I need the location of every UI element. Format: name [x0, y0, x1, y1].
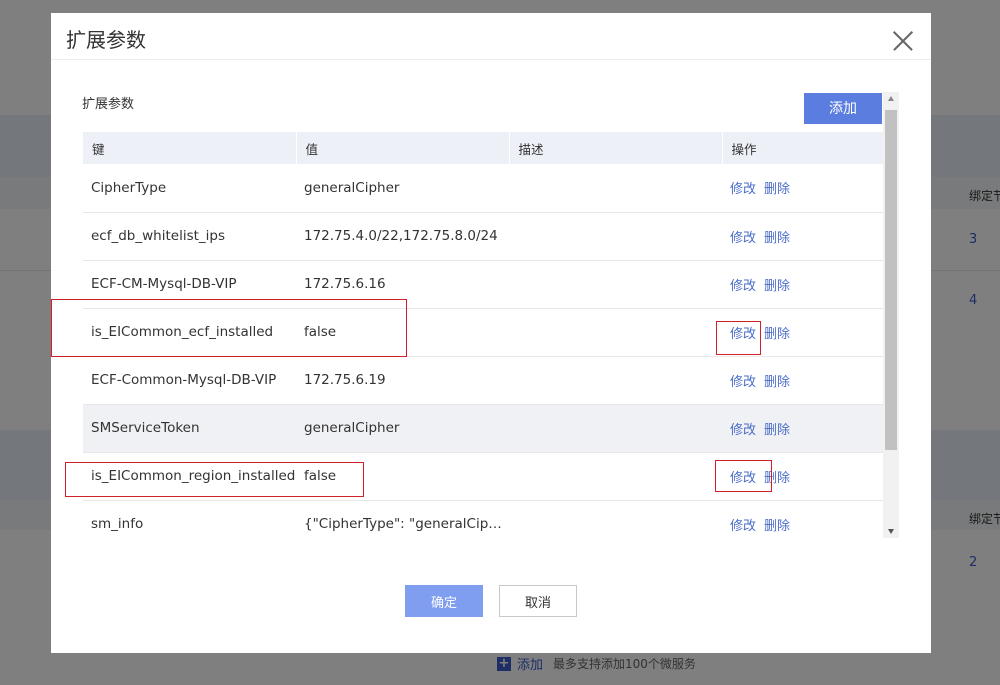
cell-description: [509, 308, 722, 357]
cell-description: [509, 500, 722, 537]
cell-value: {"CipherType": "generalCiph...: [296, 500, 509, 537]
cell-actions: 修改 删除: [722, 356, 883, 405]
delete-link[interactable]: 删除: [764, 375, 790, 390]
cell-description: [509, 356, 722, 405]
delete-link[interactable]: 删除: [764, 182, 790, 197]
highlight-box-edit-ecf: [716, 321, 761, 355]
cell-description: [509, 212, 722, 261]
cell-description: [509, 164, 722, 213]
cell-actions: 修改 删除: [722, 164, 883, 213]
column-header-key: 键: [83, 132, 297, 164]
edit-link[interactable]: 修改: [730, 182, 756, 197]
column-header-description: 描述: [509, 132, 723, 164]
cell-value: generalCipher: [296, 404, 509, 453]
extension-params-dialog: 扩展参数 扩展参数 添加 键 值 描述 操作 CipherType genera…: [51, 13, 931, 653]
table-scrollbar[interactable]: [883, 92, 899, 538]
cell-key: SMServiceToken: [83, 404, 296, 453]
delete-link[interactable]: 删除: [764, 327, 790, 342]
cell-value: 172.75.4.0/22,172.75.8.0/24: [296, 212, 509, 261]
edit-link[interactable]: 修改: [730, 231, 756, 246]
delete-link[interactable]: 删除: [764, 231, 790, 246]
add-param-button[interactable]: 添加: [804, 93, 882, 124]
cell-actions: 修改 删除: [722, 260, 883, 309]
cell-key: ecf_db_whitelist_ips: [83, 212, 296, 261]
scroll-thumb[interactable]: [885, 110, 897, 450]
highlight-box-edit-region: [715, 460, 772, 492]
close-icon[interactable]: [893, 31, 913, 51]
dialog-title: 扩展参数: [66, 28, 146, 52]
delete-link[interactable]: 删除: [764, 423, 790, 438]
cell-value: 172.75.6.19: [296, 356, 509, 405]
cell-description: [509, 260, 722, 309]
section-label: 扩展参数: [82, 97, 135, 112]
table-row: ECF-Common-Mysql-DB-VIP 172.75.6.19 修改 删除: [83, 356, 883, 405]
title-divider: [51, 59, 931, 60]
delete-link[interactable]: 删除: [764, 279, 790, 294]
edit-link[interactable]: 修改: [730, 375, 756, 390]
cell-description: [509, 404, 722, 453]
highlight-box-region-installed-row: [65, 462, 364, 497]
table-header-row: 键 值 描述 操作: [83, 132, 883, 164]
edit-link[interactable]: 修改: [730, 279, 756, 294]
edit-link[interactable]: 修改: [730, 519, 756, 534]
table-row: ecf_db_whitelist_ips 172.75.4.0/22,172.7…: [83, 212, 883, 261]
cell-description: [509, 452, 722, 501]
cell-key: CipherType: [83, 164, 296, 213]
edit-link[interactable]: 修改: [730, 423, 756, 438]
table-row: CipherType generalCipher 修改 删除: [83, 164, 883, 213]
cell-actions: 修改 删除: [722, 212, 883, 261]
cell-actions: 修改 删除: [722, 404, 883, 453]
column-header-actions: 操作: [722, 132, 883, 164]
cell-value: generalCipher: [296, 164, 509, 213]
cell-key: sm_info: [83, 500, 296, 537]
cell-key: ECF-Common-Mysql-DB-VIP: [83, 356, 296, 405]
delete-link[interactable]: 删除: [764, 519, 790, 534]
scroll-down-arrow-icon[interactable]: [888, 529, 894, 534]
column-header-value: 值: [296, 132, 510, 164]
highlight-box-ecf-installed-row: [51, 299, 407, 357]
table-row: sm_info {"CipherType": "generalCiph... 修…: [83, 500, 883, 537]
scroll-up-arrow-icon[interactable]: [888, 96, 894, 101]
confirm-button[interactable]: 确定: [405, 585, 483, 617]
cancel-button[interactable]: 取消: [499, 585, 577, 617]
table-row: SMServiceToken generalCipher 修改 删除: [83, 404, 883, 453]
cell-actions: 修改 删除: [722, 500, 883, 537]
